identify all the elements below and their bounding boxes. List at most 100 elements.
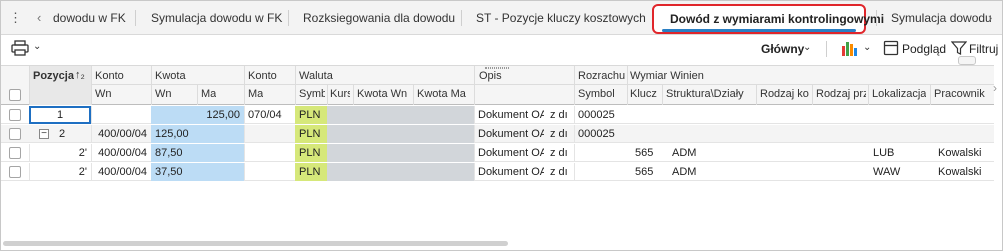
cell-divider	[474, 144, 475, 162]
cell-konto-ma[interactable]	[244, 144, 295, 162]
header-kwota-wal-ma: Kwota Ma	[417, 88, 466, 100]
cell-opis[interactable]: Dokument OA	[474, 125, 544, 143]
cell-kwota-wn[interactable]	[151, 106, 197, 124]
cell-kwota-ma[interactable]	[197, 125, 244, 143]
cell-struktura[interactable]: ADM	[668, 144, 756, 162]
header-wymiar-winien[interactable]: Wymiar Winien	[630, 70, 704, 83]
cell-opis[interactable]: Dokument OA	[474, 163, 544, 181]
cell-kwota-wn[interactable]: 125,00	[151, 125, 197, 143]
row-checkbox[interactable]	[9, 109, 21, 121]
cell-waluta[interactable]: PLN	[295, 144, 327, 162]
table-row[interactable]: 2' 400/00/04 37,50 PLN Dokument OA z dı …	[1, 163, 994, 181]
header-opis[interactable]: Opis	[479, 70, 502, 83]
cell-pracownik[interactable]: Kowalski	[934, 144, 994, 162]
cell-kwota-ma[interactable]	[197, 163, 244, 181]
cell-pozycja[interactable]: 1	[29, 106, 91, 124]
cell-divider	[91, 163, 92, 181]
cell-kwota-wn[interactable]: 37,50	[151, 163, 197, 181]
cell-lokalizacja[interactable]: WAW	[869, 163, 930, 181]
filter-icon[interactable]	[951, 40, 967, 56]
cell-divider	[91, 106, 92, 124]
chevron-down-icon[interactable]: ⌄	[33, 41, 41, 52]
chevron-right-icon[interactable]: ›	[988, 10, 992, 26]
cell-pozycja[interactable]: 2'	[29, 144, 91, 162]
header-waluta[interactable]: Waluta	[299, 70, 333, 83]
table-row[interactable]: 1 125,00 070/04 PLN Dokument OA z dı 000…	[1, 106, 994, 124]
cell-konto-ma[interactable]: 070/04	[244, 106, 295, 124]
row-checkbox[interactable]	[9, 128, 21, 140]
more-vertical-icon[interactable]: ⋮	[9, 11, 22, 25]
cell-struktura[interactable]: ADM	[668, 163, 756, 181]
collapse-icon[interactable]: −	[39, 129, 49, 139]
cell-rozrachunek[interactable]: 000025	[574, 106, 627, 124]
cell-divider	[91, 144, 92, 162]
cell-klucz[interactable]: 565	[631, 144, 662, 162]
cell-opis[interactable]: Dokument OA	[474, 106, 544, 124]
cell-pozycja[interactable]: 2	[55, 125, 91, 143]
header-konto-ma-sub: Ma	[248, 88, 264, 100]
cell-waluta[interactable]: PLN	[295, 163, 327, 181]
printer-icon[interactable]	[11, 40, 29, 56]
cell-kwota-ma[interactable]	[197, 144, 244, 162]
cell-rozrachunek[interactable]: 000025	[574, 125, 627, 143]
header-divider	[327, 85, 328, 105]
chevron-left-icon[interactable]: ‹	[37, 10, 41, 26]
chevron-down-icon[interactable]: ⌄	[863, 42, 871, 53]
cell-divider	[474, 106, 475, 124]
view-select[interactable]: Główny	[761, 42, 804, 56]
cell-rozrachunek[interactable]	[574, 163, 627, 181]
tab-divider	[876, 10, 877, 26]
cell-konto-ma[interactable]	[244, 125, 295, 143]
cell-rozrachunek[interactable]	[574, 144, 627, 162]
tab-dowod-z-wymiarami[interactable]: Dowód z wymiarami kontrolingowymi	[652, 4, 884, 34]
filter-button[interactable]: Filtruj	[969, 42, 998, 56]
cell-klucz[interactable]: 565	[631, 163, 662, 181]
tab-symulacja-dowodu[interactable]: Symulacja dowodu	[891, 11, 992, 25]
cell-divider	[574, 144, 575, 162]
cell-pozycja[interactable]: 2'	[29, 163, 91, 181]
select-all-checkbox[interactable]	[9, 89, 21, 101]
header-rozr-symbol: Symbol	[578, 88, 615, 100]
chevron-down-icon[interactable]: ⌄	[803, 42, 811, 53]
preview-button[interactable]: Podgląd	[902, 42, 946, 56]
tab-divider	[461, 10, 462, 26]
cell-opis[interactable]: Dokument OA	[474, 144, 544, 162]
tab-symulacja-dowodu-w-fk[interactable]: Symulacja dowodu w FK	[151, 11, 282, 25]
tab-rozksiegowania[interactable]: Rozksiegowania dla dowodu	[303, 11, 455, 25]
cell-konto-ma[interactable]	[244, 163, 295, 181]
header-divider	[413, 85, 414, 105]
resize-grip[interactable]	[485, 67, 509, 69]
cell-kwota-ma[interactable]: 125,00	[197, 106, 244, 124]
horizontal-scrollbar[interactable]	[3, 241, 508, 246]
table-row-group[interactable]: − 2 400/00/04 125,00 PLN Dokument OA z d…	[1, 125, 994, 143]
cell-opis-cont: z dı	[550, 128, 568, 140]
chart-icon[interactable]	[841, 39, 861, 57]
table-row[interactable]: 2' 400/00/04 87,50 PLN Dokument OA z dı …	[1, 144, 994, 162]
scroll-right-icon[interactable]: ›	[993, 81, 997, 95]
header-konto-wn[interactable]: Konto	[95, 70, 124, 83]
cell-konto-wn[interactable]: 400/00/04	[91, 125, 151, 143]
row-checkbox[interactable]	[9, 147, 21, 159]
row-checkbox[interactable]	[9, 166, 21, 178]
cell-pracownik[interactable]: Kowalski	[934, 163, 994, 181]
cell-konto-wn[interactable]	[91, 106, 151, 124]
header-kwota[interactable]: Kwota	[155, 70, 186, 83]
tab-dowodu-w-fk[interactable]: dowodu w FK	[53, 11, 126, 25]
header-divider	[29, 66, 30, 105]
cell-waluta[interactable]: PLN	[295, 106, 327, 124]
tab-divider	[288, 10, 289, 26]
header-divider	[295, 66, 296, 105]
cell-lokalizacja[interactable]: LUB	[869, 144, 930, 162]
toolbar-expand-toggle[interactable]	[958, 56, 976, 65]
header-konto-ma[interactable]: Konto	[248, 70, 277, 83]
tab-st-pozycje-kluczy[interactable]: ST - Pozycje kluczy kosztowych	[476, 11, 646, 25]
cell-waluta[interactable]: PLN	[295, 125, 327, 143]
cell-kwota-wn[interactable]: 87,50	[151, 144, 197, 162]
cell-divider	[244, 163, 245, 181]
header-rozrachunek[interactable]: Rozrachu	[578, 70, 628, 83]
header-divider	[812, 85, 813, 105]
cell-konto-wn[interactable]: 400/00/04	[91, 163, 151, 181]
sort-ascending-icon[interactable]: ↑₂	[75, 69, 85, 82]
cell-konto-wn[interactable]: 400/00/04	[91, 144, 151, 162]
preview-icon[interactable]	[883, 40, 899, 56]
